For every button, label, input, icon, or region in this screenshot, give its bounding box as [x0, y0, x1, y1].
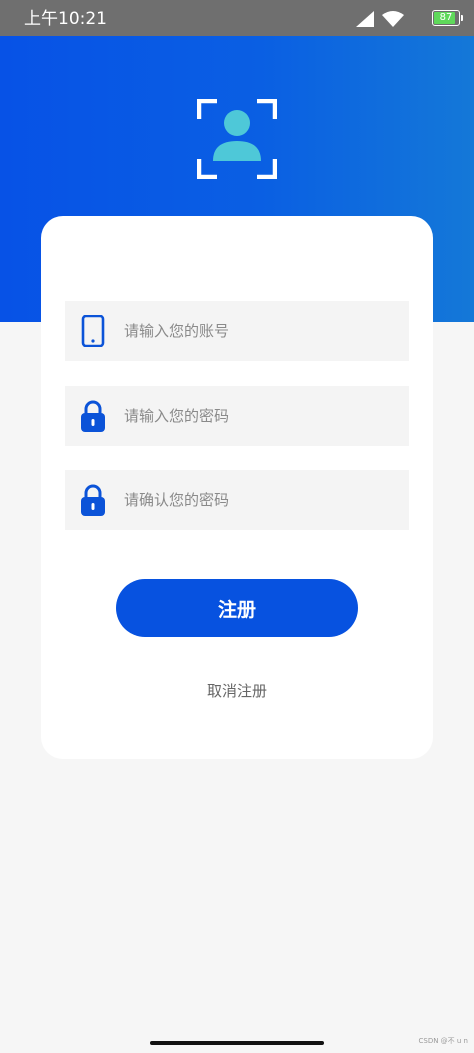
account-input[interactable]	[124, 301, 394, 361]
status-time: 上午10:21	[24, 9, 107, 29]
signal-icon	[356, 11, 374, 27]
confirm-password-input[interactable]	[124, 470, 394, 530]
user-scan-icon	[197, 99, 277, 179]
battery-cap	[461, 15, 463, 21]
battery-icon: 87	[432, 10, 463, 26]
confirm-password-field[interactable]	[65, 470, 409, 530]
phone-icon	[81, 315, 105, 347]
register-card: 注册 取消注册	[41, 216, 433, 759]
battery-level: 87	[439, 12, 453, 23]
status-icons: 87	[340, 8, 463, 30]
watermark: CSDN @不 u n	[418, 1037, 468, 1045]
status-bar: 上午10:21 87	[0, 0, 474, 36]
wifi-icon	[382, 11, 404, 27]
password-field[interactable]	[65, 386, 409, 446]
home-indicator[interactable]	[150, 1041, 324, 1045]
register-button[interactable]: 注册	[116, 579, 358, 637]
account-field[interactable]	[65, 301, 409, 361]
password-input[interactable]	[124, 386, 394, 446]
lock-icon	[81, 400, 105, 432]
cancel-register-link[interactable]: 取消注册	[41, 680, 433, 701]
lock-icon	[81, 484, 105, 516]
